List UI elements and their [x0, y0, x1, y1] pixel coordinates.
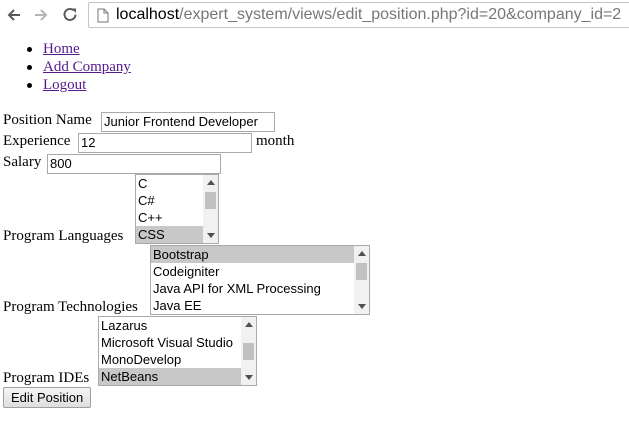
scroll-up-arrow-icon[interactable]: [207, 180, 215, 185]
ides-listbox[interactable]: Lazarus Microsoft Visual Studio MonoDeve…: [98, 316, 257, 386]
experience-input[interactable]: 12: [78, 133, 252, 153]
url-text: localhost/expert_system/views/edit_posit…: [116, 6, 621, 24]
technologies-label: Program Technologies: [3, 299, 138, 315]
experience-label: Experience: [3, 133, 71, 149]
back-arrow-icon: [7, 9, 20, 21]
position-name-input[interactable]: Junior Frontend Developer: [101, 112, 275, 132]
forward-arrow-icon: [35, 9, 48, 21]
reload-icon: [63, 7, 77, 21]
ide-option[interactable]: MonoDevelop: [99, 351, 256, 368]
technologies-listbox[interactable]: Bootstrap Codeigniter Java API for XML P…: [150, 245, 370, 315]
technology-option[interactable]: Java API for XML Processing: [151, 280, 369, 297]
position-name-label: Position Name: [3, 112, 92, 128]
edit-position-button[interactable]: Edit Position: [3, 387, 92, 408]
url-path: /expert_system/views/edit_position.php?i…: [179, 6, 622, 23]
nav-item-add-company: Add Company: [0, 58, 131, 76]
nav-item-home: Home: [0, 40, 131, 58]
page-icon: [97, 8, 109, 23]
ides-label: Program IDEs: [3, 370, 90, 386]
scroll-down-arrow-icon[interactable]: [245, 375, 253, 380]
languages-label: Program Languages: [3, 228, 124, 244]
add-company-link[interactable]: Add Company: [43, 59, 131, 75]
scroll-thumb[interactable]: [356, 263, 367, 280]
nav-item-logout: Logout: [0, 76, 131, 94]
scroll-thumb[interactable]: [243, 343, 254, 360]
logout-link[interactable]: Logout: [43, 77, 86, 93]
technology-option[interactable]: Java EE: [151, 297, 369, 314]
forward-button[interactable]: [30, 4, 52, 26]
home-link[interactable]: Home: [43, 41, 80, 57]
experience-unit: month: [256, 133, 295, 149]
scroll-down-arrow-icon[interactable]: [358, 304, 366, 309]
languages-listbox[interactable]: C C# C++ CSS: [135, 174, 219, 244]
salary-label: Salary: [3, 154, 42, 170]
languages-scrollbar[interactable]: [203, 175, 218, 243]
ide-option-selected[interactable]: NetBeans: [99, 368, 256, 385]
technologies-scrollbar[interactable]: [354, 246, 369, 314]
scroll-thumb[interactable]: [205, 192, 216, 209]
browser-toolbar: localhost/expert_system/views/edit_posit…: [0, 0, 629, 30]
reload-button[interactable]: [59, 4, 81, 26]
ide-option[interactable]: Microsoft Visual Studio: [99, 334, 256, 351]
address-bar[interactable]: localhost/expert_system/views/edit_posit…: [88, 2, 629, 28]
salary-input[interactable]: 800: [47, 154, 221, 174]
nav-list: Home Add Company Logout: [0, 40, 131, 94]
technology-option-selected[interactable]: Bootstrap: [151, 246, 369, 263]
scroll-down-arrow-icon[interactable]: [207, 233, 215, 238]
scroll-up-arrow-icon[interactable]: [245, 322, 253, 327]
ide-option[interactable]: Lazarus: [99, 317, 256, 334]
scroll-up-arrow-icon[interactable]: [358, 251, 366, 256]
url-host: localhost: [116, 6, 180, 23]
technology-option[interactable]: Codeigniter: [151, 263, 369, 280]
ides-scrollbar[interactable]: [241, 317, 256, 385]
back-button[interactable]: [3, 4, 25, 26]
